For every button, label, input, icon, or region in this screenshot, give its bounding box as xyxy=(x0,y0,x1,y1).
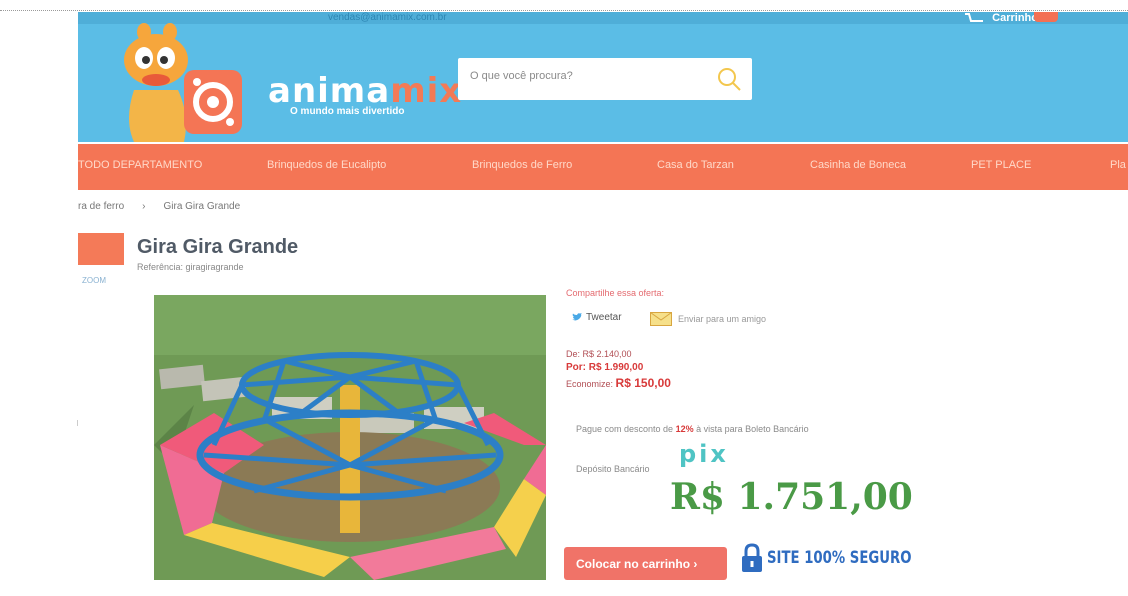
discount-suffix: à vista para Boleto Bancário xyxy=(693,424,809,434)
secure-site-badge: SITE 100% SEGURO xyxy=(741,543,952,573)
divider xyxy=(77,420,78,426)
page-top-border xyxy=(0,10,1128,11)
nav-item-brinquedos-ferro[interactable]: Brinquedos de Ferro xyxy=(472,159,572,171)
breadcrumb: ra de ferro › Gira Gira Grande xyxy=(78,201,240,212)
secure-site-label: SITE 100% SEGURO xyxy=(767,548,912,568)
cart-link[interactable]: Carrinho xyxy=(964,12,1038,24)
savings-value: R$ 150,00 xyxy=(615,376,671,390)
title-accent-block xyxy=(78,233,124,265)
main-nav: TODO DEPARTAMENTO Brinquedos de Eucalipt… xyxy=(78,144,1128,190)
cart-icon xyxy=(965,13,984,22)
savings: Economize: R$ 150,00 xyxy=(566,376,671,390)
share-label: Compartilhe essa oferta: xyxy=(566,288,665,298)
nav-item-casa-tarzan[interactable]: Casa do Tarzan xyxy=(657,159,734,171)
mascot-logo-icon xyxy=(124,23,242,142)
pix-price: R$ 1.751,00 xyxy=(670,476,913,518)
tweet-label: Tweetar xyxy=(586,312,622,323)
breadcrumb-current: Gira Gira Grande xyxy=(163,201,241,212)
tweet-button[interactable]: Tweetar xyxy=(572,312,622,323)
search-box xyxy=(458,58,752,100)
zoom-link[interactable]: ZOOM xyxy=(82,276,106,285)
nav-item-pla[interactable]: Pla xyxy=(1110,159,1126,171)
site-logo[interactable]: animamix O mundo mais divertido xyxy=(268,74,462,117)
discount-prefix: Pague com desconto de xyxy=(576,424,676,434)
send-to-friend-link[interactable]: Enviar para um amigo xyxy=(650,312,766,326)
nav-item-casinha-boneca[interactable]: Casinha de Boneca xyxy=(810,159,906,171)
twitter-bird-icon xyxy=(572,313,582,321)
search-input[interactable] xyxy=(470,70,710,82)
product-image[interactable] xyxy=(154,295,546,580)
deposit-label: Depósito Bancário xyxy=(576,464,650,474)
product-reference: Referência: giragiragrande xyxy=(137,262,244,272)
boleto-discount-text: Pague com desconto de 12% à vista para B… xyxy=(576,424,809,434)
add-to-cart-button[interactable]: Colocar no carrinho › xyxy=(564,547,727,580)
cart-count-badge[interactable] xyxy=(1034,12,1058,22)
pix-logo: pix xyxy=(679,440,729,468)
nav-item-todo-departamento[interactable]: TODO DEPARTAMENTO xyxy=(78,159,202,171)
page-title: Gira Gira Grande xyxy=(137,236,299,258)
discount-percent: 12% xyxy=(675,424,694,434)
cart-label: Carrinho xyxy=(992,12,1038,24)
savings-label: Economize: xyxy=(566,379,614,389)
logo-text-anima: anima xyxy=(268,71,391,111)
nav-item-pet-place[interactable]: PET PLACE xyxy=(971,159,1031,171)
search-icon[interactable] xyxy=(716,66,742,92)
envelope-icon xyxy=(650,312,672,326)
contact-text: vendas@animamix.com.br xyxy=(328,12,447,23)
logo-text-mix: mix xyxy=(390,71,463,111)
nav-item-brinquedos-eucalipto[interactable]: Brinquedos de Eucalipto xyxy=(267,159,386,171)
padlock-icon xyxy=(742,543,762,572)
price-new: Por: R$ 1.990,00 xyxy=(566,362,644,373)
price-old: De: R$ 2.140,00 xyxy=(566,349,632,359)
send-to-friend-label: Enviar para um amigo xyxy=(678,314,767,324)
breadcrumb-separator: › xyxy=(142,201,146,212)
breadcrumb-parent[interactable]: ra de ferro xyxy=(78,201,124,212)
